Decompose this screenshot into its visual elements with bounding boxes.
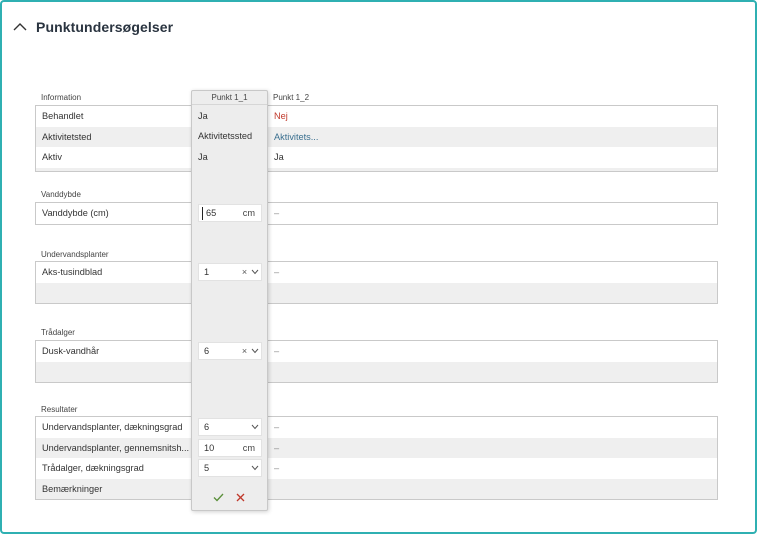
row-label: Dusk-vandhår xyxy=(42,346,100,357)
unit-label: cm xyxy=(242,443,255,453)
check-icon[interactable] xyxy=(213,491,225,503)
dusk-vandhaar-select[interactable]: 6 × xyxy=(198,342,262,360)
row-label: Undervandsplanter, gennemsnitsh... xyxy=(42,442,190,453)
table-row: Behandlet Nej xyxy=(36,106,717,127)
undervandsplanter-daekningsgrad-select[interactable]: 6 xyxy=(198,418,262,436)
column-actions xyxy=(192,491,267,503)
select-value: 6 xyxy=(204,422,210,432)
aktivitetssted-link[interactable]: Aktivitets... xyxy=(274,132,318,142)
table-row: Dusk-vandhår – xyxy=(36,341,717,362)
aks-tusindblad-select[interactable]: 1 × xyxy=(198,263,262,281)
row-label: Undervandsplanter, dækningsgrad xyxy=(42,422,183,433)
section-header[interactable]: Punktundersøgelser xyxy=(12,16,173,38)
cell-aktivitetssted: Aktivitetssted xyxy=(198,131,253,141)
vanddybde-input[interactable]: 65 cm xyxy=(198,204,262,222)
resultater-table: Undervandsplanter, dækningsgrad – Underv… xyxy=(35,416,718,500)
group-label-information: Information xyxy=(41,93,82,102)
chevron-down-icon[interactable] xyxy=(249,465,261,471)
group-label-traadalger: Trådalger xyxy=(41,328,75,337)
traadalger-table: Dusk-vandhår – xyxy=(35,340,718,383)
chevron-down-icon[interactable] xyxy=(249,269,261,275)
clear-x-icon[interactable]: × xyxy=(240,267,249,277)
traadalger-daekningsgrad-select[interactable]: 5 xyxy=(198,459,262,477)
group-label-vanddybde: Vanddybde xyxy=(41,190,81,199)
vanddybde-table: Vanddybde (cm) – xyxy=(35,202,718,225)
group-label-undervandsplanter: Undervandsplanter xyxy=(41,250,109,259)
vanddybde-value: 65 xyxy=(206,208,217,218)
table-row: Aktivitetsted Aktivitets... xyxy=(36,126,717,147)
table-row: Undervandsplanter, dækningsgrad – xyxy=(36,417,717,438)
row-value-punkt-1-2: Ja xyxy=(274,152,284,163)
row-label: Aktivitetsted xyxy=(42,131,92,142)
select-value: 1 xyxy=(204,267,210,277)
input-value: 10 xyxy=(204,443,215,453)
section-title: Punktundersøgelser xyxy=(36,19,174,35)
undervandsplanter-gennemsnitshoejde-input[interactable]: 10 cm xyxy=(198,439,262,457)
row-label: Trådalger, dækningsgrad xyxy=(42,463,144,474)
row-value-punkt-1-2: – xyxy=(274,346,280,357)
chevron-down-icon[interactable] xyxy=(249,424,261,430)
row-label: Aks-tusindblad xyxy=(42,267,103,278)
column-header-punkt-1-1: Punkt 1_1 xyxy=(192,91,267,105)
chevron-up-icon[interactable] xyxy=(12,19,28,35)
close-icon[interactable] xyxy=(235,491,247,503)
table-row: Aktiv Ja xyxy=(36,147,717,168)
group-label-resultater: Resultater xyxy=(41,405,78,414)
clear-x-icon[interactable]: × xyxy=(240,346,249,356)
information-table: Behandlet Nej Aktivitetsted Aktivitets..… xyxy=(35,105,718,172)
undervandsplanter-table: Aks-tusindblad – xyxy=(35,261,718,304)
table-row: Aks-tusindblad – xyxy=(36,262,717,283)
chevron-down-icon[interactable] xyxy=(249,348,261,354)
column-header-punkt-1-2: Punkt 1_2 xyxy=(273,93,310,102)
cell-aktiv: Ja xyxy=(198,152,208,162)
table-row: Vanddybde (cm) – xyxy=(36,203,717,224)
select-value: 5 xyxy=(204,463,210,473)
row-label: Behandlet xyxy=(42,111,84,122)
row-value-punkt-1-2: – xyxy=(274,208,280,219)
table-row-empty xyxy=(36,282,717,303)
table-spacer xyxy=(36,167,717,171)
row-value-punkt-1-2: – xyxy=(274,442,280,453)
table-row: Bemærkninger xyxy=(36,478,717,499)
row-value-punkt-1-2: – xyxy=(274,267,280,278)
row-value-punkt-1-2: Nej xyxy=(274,111,288,122)
table-row-empty xyxy=(36,361,717,382)
row-value-punkt-1-2: – xyxy=(274,422,280,433)
unit-label: cm xyxy=(242,208,255,218)
edit-column-punkt-1-1: Punkt 1_1 Ja Aktivitetssted Ja 65 cm 1 ×… xyxy=(191,90,268,511)
row-label: Vanddybde (cm) xyxy=(42,208,109,219)
row-value-punkt-1-2: – xyxy=(274,463,280,474)
row-label: Bemærkninger xyxy=(42,483,103,494)
select-value: 6 xyxy=(204,346,210,356)
table-row: Undervandsplanter, gennemsnitsh... – xyxy=(36,437,717,458)
row-label: Aktiv xyxy=(42,152,62,163)
cell-behandlet: Ja xyxy=(198,111,208,121)
table-row: Trådalger, dækningsgrad – xyxy=(36,458,717,479)
